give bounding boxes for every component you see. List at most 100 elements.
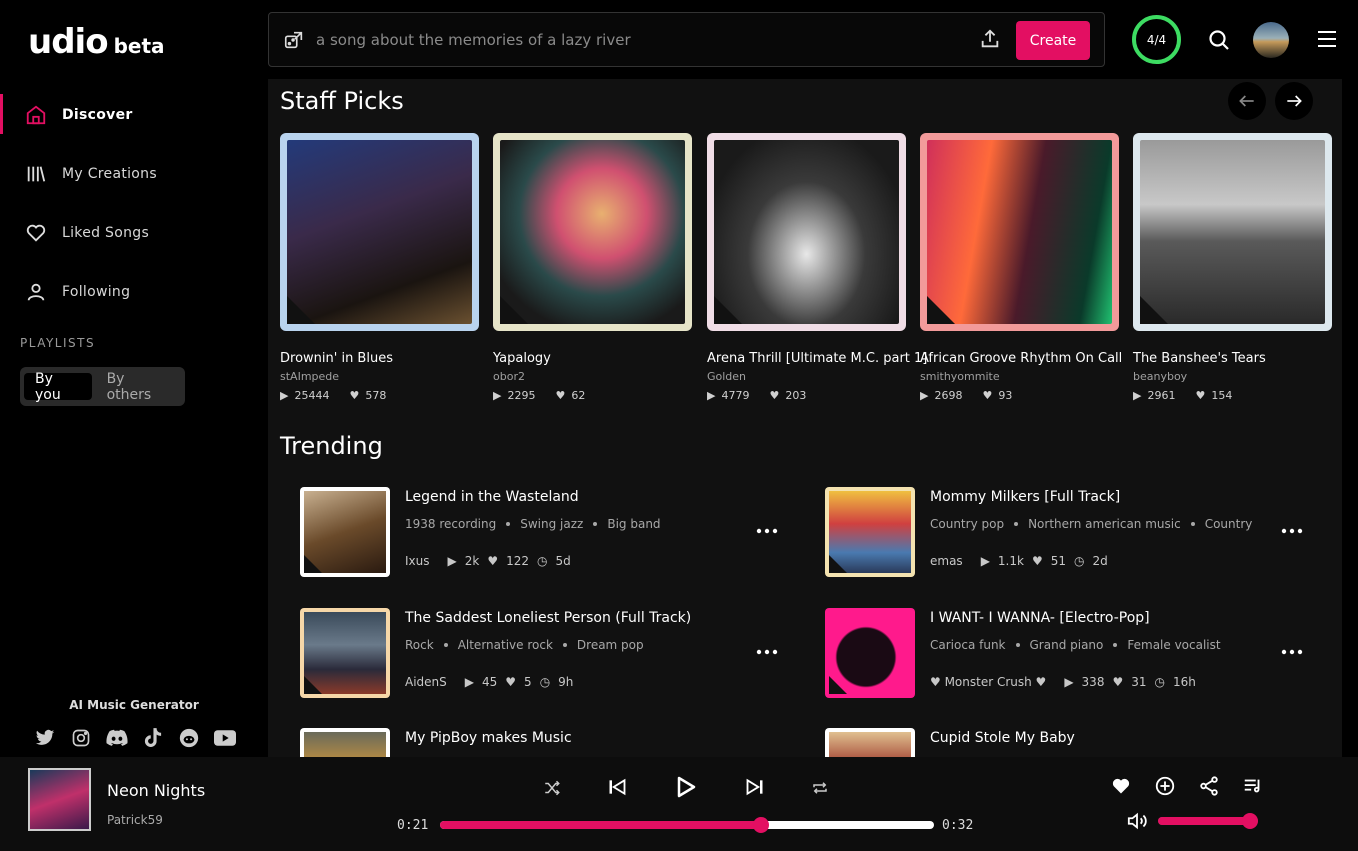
credits-indicator[interactable]: 4/4 (1132, 15, 1181, 64)
play-icon[interactable] (674, 775, 698, 799)
tag[interactable]: Alternative rock (458, 638, 553, 652)
avatar[interactable] (1253, 22, 1289, 58)
now-playing-cover[interactable] (28, 768, 91, 831)
shuffle-icon[interactable] (543, 779, 561, 797)
tag[interactable]: Country (1205, 517, 1253, 531)
carousel-next-button[interactable] (1275, 82, 1313, 120)
tag[interactable]: Grand piano (1030, 638, 1104, 652)
twitter-icon[interactable] (34, 727, 56, 749)
now-playing-artist[interactable]: Patrick59 (107, 813, 163, 827)
staff-pick-card[interactable]: Arena Thrill [Ultimate M.C. part 1] Gold… (707, 133, 927, 402)
card-stats: ▶ 2295 ♥ 62 (493, 389, 692, 402)
trending-title[interactable]: My PipBoy makes Music (405, 730, 572, 746)
sidebar-item-liked-songs[interactable]: Liked Songs (0, 203, 268, 262)
trending-user[interactable]: ♥ Monster Crush ♥ (930, 675, 1046, 689)
beta-badge: beta (113, 34, 165, 58)
hamburger-menu-icon[interactable] (1316, 29, 1338, 53)
tag[interactable]: Female vocalist (1127, 638, 1220, 652)
more-options-icon[interactable] (1281, 644, 1303, 660)
corner-mark-icon (304, 676, 322, 694)
tag[interactable]: Big band (607, 517, 660, 531)
tag[interactable]: Rock (405, 638, 434, 652)
like-heart-icon[interactable] (1111, 776, 1131, 796)
tag[interactable]: Swing jazz (520, 517, 583, 531)
discord-icon[interactable] (106, 727, 128, 749)
trending-item: My PipBoy makes Music (300, 728, 780, 757)
queue-icon[interactable] (1242, 775, 1264, 797)
trending-title[interactable]: Cupid Stole My Baby (930, 730, 1075, 746)
like-count: 122 (506, 554, 529, 568)
trending-cover[interactable] (825, 608, 915, 698)
volume-slider[interactable] (1158, 813, 1258, 829)
staff-pick-card[interactable]: The Banshee's Tears beanyboy ▶ 2961 ♥ 154 (1133, 133, 1332, 402)
more-options-icon[interactable] (1281, 523, 1303, 539)
search-icon[interactable] (1207, 28, 1231, 56)
tag[interactable]: Country pop (930, 517, 1004, 531)
trending-cover[interactable] (825, 728, 915, 757)
like-count: 93 (998, 389, 1013, 402)
card-user[interactable]: smithyommite (920, 370, 1119, 383)
like-count: 203 (785, 389, 807, 402)
trending-title[interactable]: I WANT- I WANNA- [Electro-Pop] (930, 610, 1150, 626)
sidebar-item-discover[interactable]: Discover (0, 85, 268, 144)
trending-user[interactable]: AidenS (405, 675, 447, 689)
staff-pick-card[interactable]: Yapalogy obor2 ▶ 2295 ♥ 62 (493, 133, 692, 402)
card-user[interactable]: Golden (707, 370, 906, 383)
cover-frame (1133, 133, 1332, 331)
trending-user[interactable]: Ixus (405, 554, 430, 568)
sidebar-item-my-creations[interactable]: My Creations (0, 144, 268, 203)
youtube-icon[interactable] (214, 727, 236, 749)
card-user[interactable]: obor2 (493, 370, 692, 383)
playlist-by-others-button[interactable]: By others (96, 371, 181, 403)
trending-cover[interactable] (300, 487, 390, 577)
trending-title[interactable]: The Saddest Loneliest Person (Full Track… (405, 610, 691, 626)
tiktok-icon[interactable] (142, 727, 164, 749)
share-icon[interactable] (1198, 775, 1220, 797)
trending-cover[interactable] (825, 487, 915, 577)
staff-pick-card[interactable]: African Groove Rhythm On Call smithyommi… (920, 133, 1122, 402)
progress-handle[interactable] (753, 817, 770, 833)
staff-pick-card[interactable]: Drownin' in Blues stAImpede ▶ 25444 ♥ 578 (280, 133, 479, 402)
like-count: 154 (1211, 389, 1233, 402)
trending-cover[interactable] (300, 728, 390, 757)
trending-user[interactable]: emas (930, 554, 963, 568)
add-to-playlist-icon[interactable] (1154, 775, 1176, 797)
sidebar: udio beta Discover My Creations Liked So… (0, 0, 268, 757)
create-button[interactable]: Create (1016, 21, 1090, 60)
more-options-icon[interactable] (756, 644, 778, 660)
next-track-icon[interactable] (745, 777, 765, 797)
volume-handle[interactable] (1242, 813, 1258, 829)
card-user[interactable]: beanyboy (1133, 370, 1332, 383)
sidebar-item-label: Following (62, 283, 131, 300)
progress-slider[interactable] (440, 817, 934, 833)
upload-icon[interactable] (979, 28, 1003, 52)
cover-frame (707, 133, 906, 331)
like-count: 5 (524, 675, 532, 689)
instagram-icon[interactable] (70, 727, 92, 749)
prompt-shuffle-icon[interactable] (283, 29, 305, 55)
carousel-prev-button[interactable] (1228, 82, 1266, 120)
more-options-icon[interactable] (756, 523, 778, 539)
prompt-input[interactable] (316, 27, 956, 53)
like-count-icon: ♥ (1195, 389, 1206, 402)
logo[interactable]: udio beta (28, 22, 165, 62)
card-user[interactable]: stAImpede (280, 370, 479, 383)
now-playing-title[interactable]: Neon Nights (107, 781, 205, 800)
repeat-icon[interactable] (811, 779, 829, 797)
trending-cover[interactable] (300, 608, 390, 698)
tag[interactable]: Dream pop (577, 638, 644, 652)
tag[interactable]: 1938 recording (405, 517, 496, 531)
sidebar-item-following[interactable]: Following (0, 262, 268, 321)
tag[interactable]: Carioca funk (930, 638, 1006, 652)
volume-icon[interactable] (1126, 811, 1148, 831)
previous-track-icon[interactable] (607, 777, 627, 797)
card-title: Drownin' in Blues (280, 351, 393, 366)
age: 5d (555, 554, 571, 568)
reddit-icon[interactable] (178, 727, 200, 749)
trending-item: Cupid Stole My Baby (825, 728, 1305, 757)
playlist-by-you-button[interactable]: By you (24, 371, 92, 403)
trending-title[interactable]: Mommy Milkers [Full Track] (930, 489, 1120, 505)
tag[interactable]: Northern american music (1028, 517, 1181, 531)
trending-title[interactable]: Legend in the Wasteland (405, 489, 579, 505)
player-bar: Neon Nights Patrick59 0:21 0:32 (0, 757, 1358, 851)
